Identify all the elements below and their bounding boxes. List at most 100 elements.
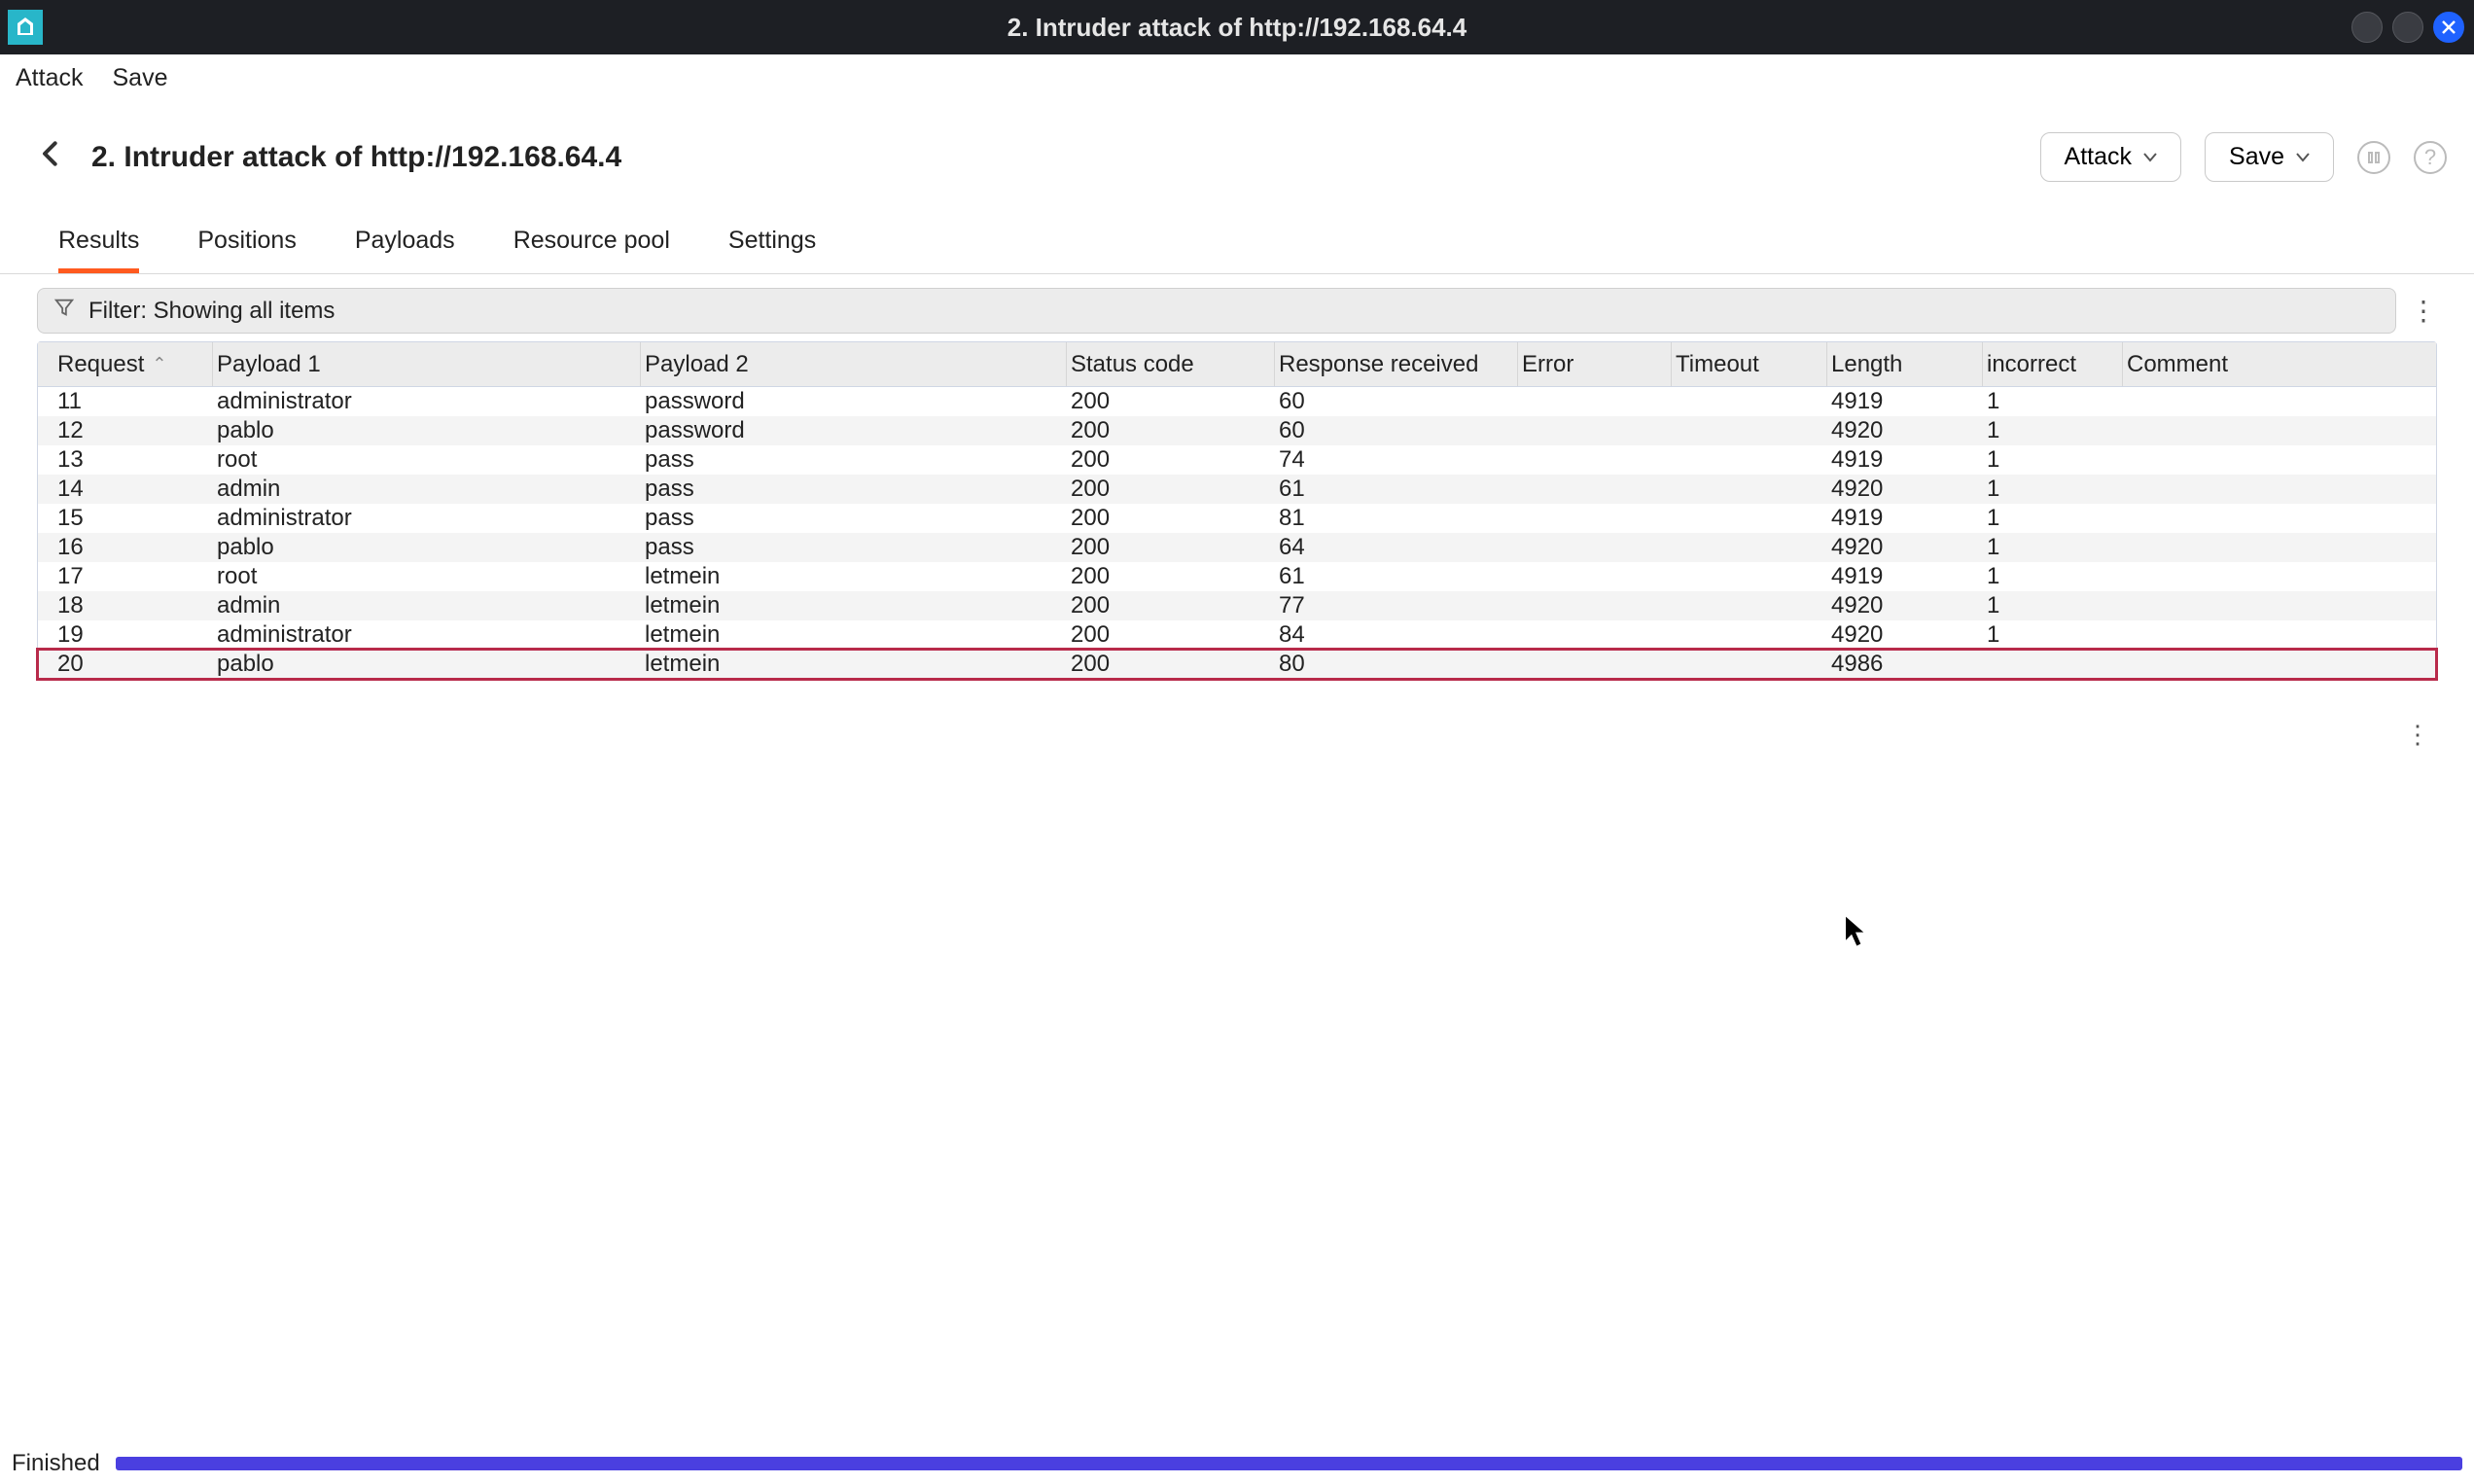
minimize-button[interactable] <box>2351 12 2383 43</box>
cell: 20 <box>53 650 213 679</box>
cell: 60 <box>1275 416 1518 445</box>
col-timeout[interactable]: Timeout <box>1672 342 1827 386</box>
cell: 200 <box>1067 650 1275 679</box>
table-row[interactable]: 14adminpass2006149201 <box>38 475 2436 504</box>
table-row[interactable]: 11administratorpassword2006049191 <box>38 387 2436 416</box>
cell: 1 <box>1983 475 2123 504</box>
cell: 60 <box>1275 387 1518 416</box>
cell: 4920 <box>1827 475 1983 504</box>
cell: 61 <box>1275 475 1518 504</box>
col-request[interactable]: Request⌃ <box>53 342 213 386</box>
cell: 19 <box>53 620 213 650</box>
cell: pablo <box>213 533 641 562</box>
table-row[interactable]: 19administratorletmein2008449201 <box>38 620 2436 650</box>
maximize-button[interactable] <box>2392 12 2423 43</box>
cell: pass <box>641 533 1067 562</box>
cell: letmein <box>641 591 1067 620</box>
table-row[interactable]: 20pabloletmein200804986 <box>38 650 2436 679</box>
cell: 17 <box>53 562 213 591</box>
cell: 64 <box>1275 533 1518 562</box>
table-row[interactable]: 15administratorpass2008149191 <box>38 504 2436 533</box>
cell: 4986 <box>1827 650 1983 679</box>
help-icon[interactable]: ? <box>2414 141 2447 174</box>
more-options-icon[interactable]: ⋮ <box>2410 298 2437 325</box>
cell: 4919 <box>1827 445 1983 475</box>
cell: root <box>213 562 641 591</box>
mouse-cursor-icon <box>1844 914 1869 956</box>
back-icon[interactable] <box>37 138 68 176</box>
filter-icon <box>53 297 75 325</box>
cell: 12 <box>53 416 213 445</box>
tab-settings[interactable]: Settings <box>728 227 816 273</box>
cell: 4920 <box>1827 416 1983 445</box>
cell: 200 <box>1067 591 1275 620</box>
cell: root <box>213 445 641 475</box>
tab-payloads[interactable]: Payloads <box>355 227 455 273</box>
tab-resource-pool[interactable]: Resource pool <box>513 227 670 273</box>
attack-button[interactable]: Attack <box>2040 132 2181 182</box>
filter-bar[interactable]: Filter: Showing all items <box>37 288 2396 334</box>
cell: 200 <box>1067 504 1275 533</box>
cell: pablo <box>213 650 641 679</box>
cell: pablo <box>213 416 641 445</box>
progress-bar <box>116 1457 2462 1470</box>
table-header: Request⌃ Payload 1 Payload 2 Status code… <box>38 342 2436 387</box>
window-title: 2. Intruder attack of http://192.168.64.… <box>0 13 2474 43</box>
col-status[interactable]: Status code <box>1067 342 1275 386</box>
col-payload2[interactable]: Payload 2 <box>641 342 1067 386</box>
columns-config-icon[interactable] <box>2357 141 2390 174</box>
col-incorrect[interactable]: incorrect <box>1983 342 2123 386</box>
table-row[interactable]: 12pablopassword2006049201 <box>38 416 2436 445</box>
attack-button-label: Attack <box>2065 143 2132 171</box>
tab-positions[interactable]: Positions <box>197 227 296 273</box>
cell: admin <box>213 591 641 620</box>
cell: 18 <box>53 591 213 620</box>
table-row[interactable]: 18adminletmein2007749201 <box>38 591 2436 620</box>
cell: 200 <box>1067 562 1275 591</box>
cell: 16 <box>53 533 213 562</box>
col-comment[interactable]: Comment <box>2123 342 2421 386</box>
cell: administrator <box>213 620 641 650</box>
table-row[interactable]: 16pablopass2006449201 <box>38 533 2436 562</box>
cell: password <box>641 416 1067 445</box>
cell: 11 <box>53 387 213 416</box>
status-label: Finished <box>12 1450 100 1477</box>
cell: password <box>641 387 1067 416</box>
cell: 1 <box>1983 591 2123 620</box>
cell: 1 <box>1983 445 2123 475</box>
cell: letmein <box>641 562 1067 591</box>
cell: 1 <box>1983 562 2123 591</box>
cell: 1 <box>1983 504 2123 533</box>
menu-attack[interactable]: Attack <box>16 64 83 92</box>
table-row[interactable]: 13rootpass2007449191 <box>38 445 2436 475</box>
menu-save[interactable]: Save <box>112 64 167 92</box>
progress-fill <box>116 1457 2462 1470</box>
col-response[interactable]: Response received <box>1275 342 1518 386</box>
filter-label: Filter: Showing all items <box>88 298 335 325</box>
cell: letmein <box>641 650 1067 679</box>
tab-results[interactable]: Results <box>58 227 139 273</box>
cell: 1 <box>1983 620 2123 650</box>
cell: 61 <box>1275 562 1518 591</box>
cell: 84 <box>1275 620 1518 650</box>
cell: 200 <box>1067 475 1275 504</box>
menubar: Attack Save <box>0 54 2474 103</box>
cell: 4919 <box>1827 387 1983 416</box>
cell: admin <box>213 475 641 504</box>
table-row[interactable]: 17rootletmein20061 49191 <box>38 562 2436 591</box>
cell: letmein <box>641 620 1067 650</box>
panel-more-icon[interactable]: ⋮ <box>2404 722 2431 747</box>
cell: 200 <box>1067 445 1275 475</box>
col-length[interactable]: Length <box>1827 342 1983 386</box>
col-payload1[interactable]: Payload 1 <box>213 342 641 386</box>
cell: 4919 <box>1827 562 1983 591</box>
cell: 200 <box>1067 533 1275 562</box>
col-error[interactable]: Error <box>1518 342 1672 386</box>
page-title: 2. Intruder attack of http://192.168.64.… <box>91 141 621 174</box>
cell: 15 <box>53 504 213 533</box>
cell: 74 <box>1275 445 1518 475</box>
close-button[interactable] <box>2433 12 2464 43</box>
cell: 1 <box>1983 387 2123 416</box>
header-row: 2. Intruder attack of http://192.168.64.… <box>0 103 2474 194</box>
save-button[interactable]: Save <box>2205 132 2334 182</box>
